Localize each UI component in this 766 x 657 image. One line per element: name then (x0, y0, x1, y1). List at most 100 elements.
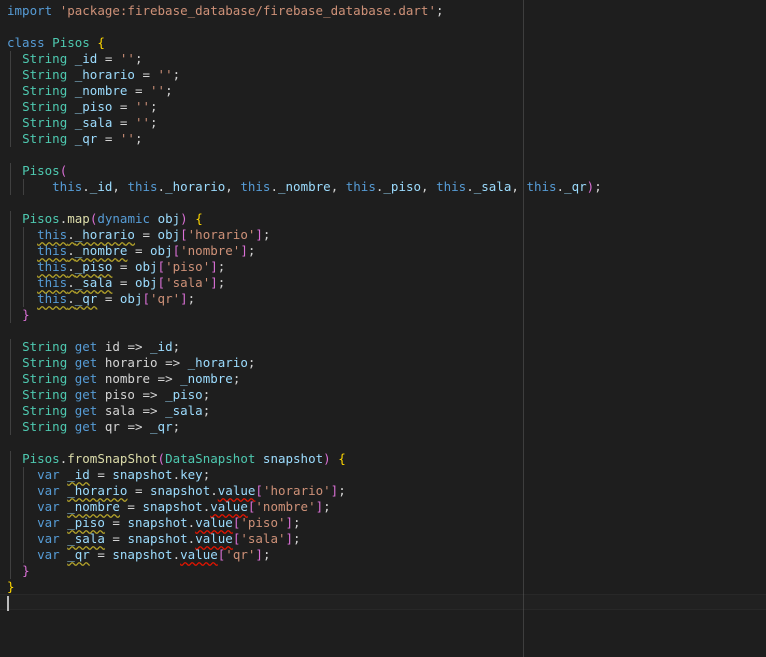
code-token: obj (134, 259, 158, 274)
code-token: ] (210, 259, 218, 274)
code-token: { (97, 35, 105, 50)
code-line[interactable]: Pisos( (0, 163, 766, 179)
code-line[interactable]: String get horario => _horario; (0, 355, 766, 371)
code-line[interactable] (0, 195, 766, 211)
code-token: this (526, 179, 557, 194)
code-line[interactable]: } (0, 307, 766, 323)
code-token: String (22, 115, 68, 130)
code-line[interactable]: var _id = snapshot.key; (0, 467, 766, 483)
code-token: String (22, 99, 68, 114)
code-token: = (112, 275, 135, 290)
code-token: . (67, 227, 75, 242)
code-token: get (74, 403, 98, 418)
code-line[interactable]: var _horario = snapshot.value['horario']… (0, 483, 766, 499)
code-token: this (37, 259, 68, 274)
code-token: = (104, 531, 128, 546)
code-token: this (37, 275, 68, 290)
code-token: 'sala' (165, 275, 211, 290)
code-line[interactable]: Pisos.map(dynamic obj) { (0, 211, 766, 227)
code-token: value (195, 515, 233, 530)
code-line[interactable]: this._id, this._horario, this._nombre, t… (0, 179, 766, 195)
code-line[interactable]: String get nombre => _nombre; (0, 371, 766, 387)
code-token: . (157, 179, 166, 194)
code-token: ; (202, 403, 211, 418)
code-token: _sala (74, 115, 113, 130)
code-token: , (421, 179, 437, 194)
code-token: map (67, 211, 90, 226)
code-token: snapshot (150, 483, 211, 498)
code-token: _sala (67, 531, 105, 546)
code-token: ; (172, 419, 181, 434)
code-line[interactable]: String get id => _id; (0, 339, 766, 355)
code-line[interactable]: String get piso => _piso; (0, 387, 766, 403)
code-token: get (74, 419, 98, 434)
code-token: [ (157, 275, 166, 290)
code-token: _sala (74, 275, 113, 290)
code-line[interactable]: this._qr = obj['qr']; (0, 291, 766, 307)
code-line[interactable]: import 'package:firebase_database/fireba… (0, 3, 766, 19)
code-line[interactable]: class Pisos { (0, 35, 766, 51)
code-token: this (436, 179, 467, 194)
code-token: fromSnapShot (67, 451, 158, 466)
code-token: 'piso' (165, 259, 211, 274)
code-token: = (112, 259, 135, 274)
code-token: obj (150, 243, 173, 258)
code-token: ; (293, 531, 301, 546)
code-line[interactable]: String _horario = ''; (0, 67, 766, 83)
code-line[interactable]: var _nombre = snapshot.value['nombre']; (0, 499, 766, 515)
code-token: ; (594, 179, 602, 194)
code-line[interactable]: String _id = ''; (0, 51, 766, 67)
code-token: import (7, 3, 53, 18)
code-token: snapshot (262, 451, 324, 466)
code-line[interactable]: this._nombre = obj['nombre']; (0, 243, 766, 259)
code-token: _nombre (278, 179, 331, 194)
code-line[interactable] (0, 323, 766, 339)
code-editor[interactable]: import 'package:firebase_database/fireba… (0, 0, 766, 657)
code-line[interactable]: this._horario = obj['horario']; (0, 227, 766, 243)
code-line[interactable]: String _sala = ''; (0, 115, 766, 131)
code-token: _horario (187, 355, 248, 370)
code-line[interactable]: var _qr = snapshot.value['qr']; (0, 547, 766, 563)
code-line[interactable]: String _qr = ''; (0, 131, 766, 147)
code-line[interactable]: } (0, 563, 766, 579)
code-token: _horario (74, 67, 135, 82)
code-line[interactable] (0, 19, 766, 35)
code-line[interactable]: String get qr => _qr; (0, 419, 766, 435)
code-token: => (119, 419, 151, 434)
code-line[interactable]: this._sala = obj['sala']; (0, 275, 766, 291)
code-line[interactable]: String get sala => _sala; (0, 403, 766, 419)
code-line[interactable]: this._piso = obj['piso']; (0, 259, 766, 275)
code-token: ; (202, 387, 211, 402)
code-token: _qr (564, 179, 587, 194)
code-line[interactable] (0, 147, 766, 163)
code-line[interactable]: var _sala = snapshot.value['sala']; (0, 531, 766, 547)
code-line[interactable]: Pisos.fromSnapShot(DataSnapshot snapshot… (0, 451, 766, 467)
code-line[interactable] (0, 595, 766, 611)
code-line[interactable]: String _piso = ''; (0, 99, 766, 115)
code-token: = (97, 51, 120, 66)
code-token: ; (165, 83, 173, 98)
code-token: get (74, 355, 98, 370)
code-token: id (104, 339, 120, 354)
code-line[interactable] (0, 435, 766, 451)
code-content[interactable]: import 'package:firebase_database/fireba… (0, 0, 766, 657)
code-token: = (127, 243, 151, 258)
code-line[interactable]: } (0, 579, 766, 595)
code-token: snapshot (112, 547, 173, 562)
code-token: ; (217, 259, 226, 274)
code-token: _sala (473, 179, 512, 194)
code-line[interactable]: var _piso = snapshot.value['piso']; (0, 515, 766, 531)
code-line[interactable]: String _nombre = ''; (0, 83, 766, 99)
